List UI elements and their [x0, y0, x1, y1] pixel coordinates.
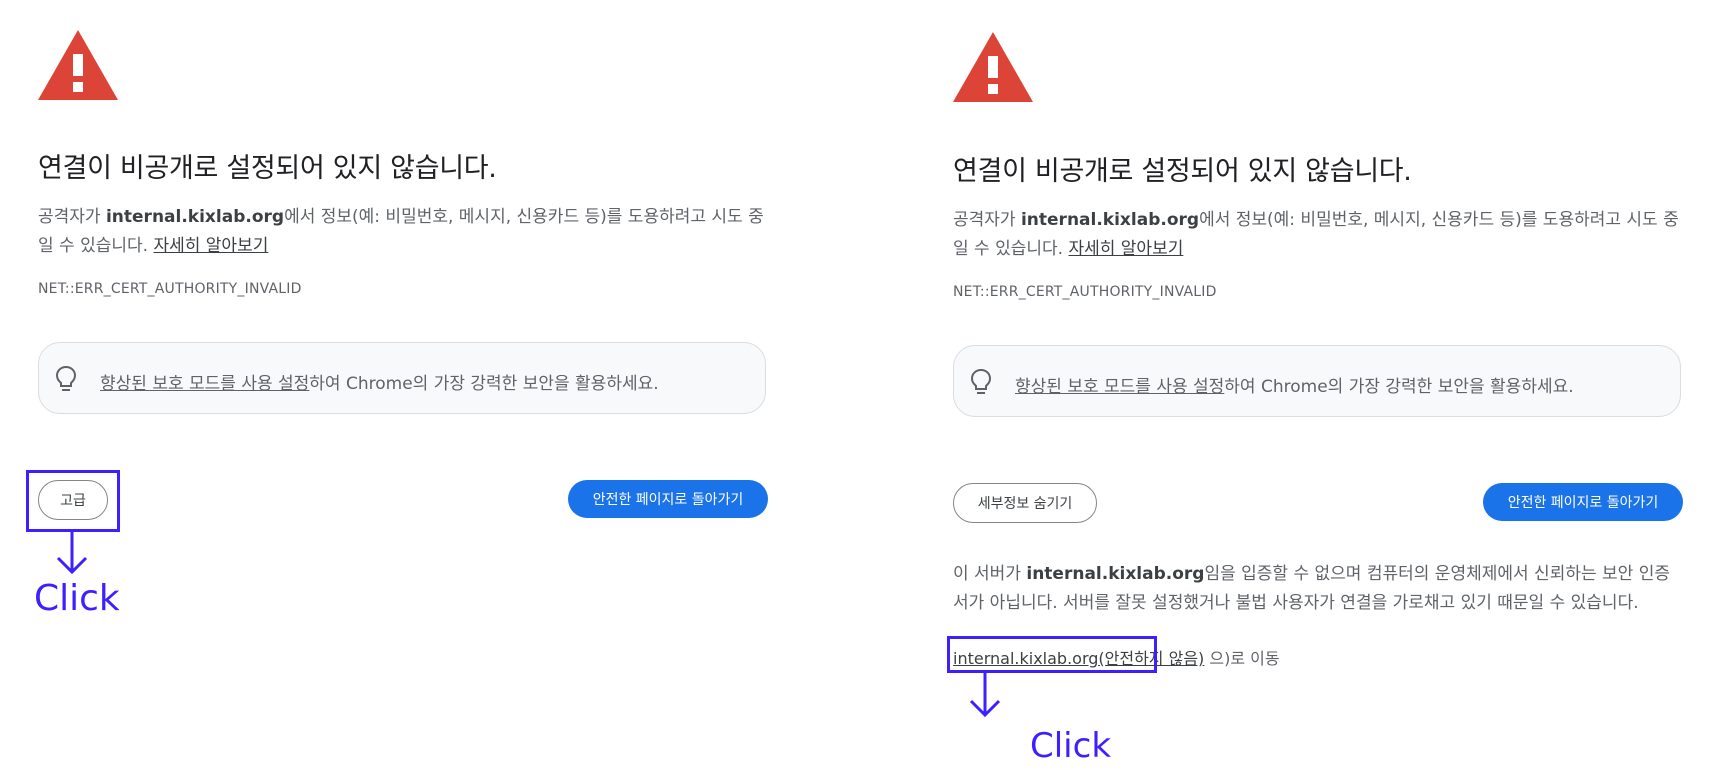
detail-prefix: 이 서버가: [953, 564, 1027, 584]
click-annotation: Click: [1030, 726, 1112, 766]
arrow-down-icon: [56, 532, 88, 575]
desc-prefix: 공격자가: [953, 210, 1021, 230]
warning-triangle-icon: [953, 32, 1033, 102]
left-panel: 연결이 비공개로 설정되어 있지 않습니다. 공격자가 internal.kix…: [0, 0, 780, 770]
tip-rest: 하여 Chrome의 가장 강력한 보안을 활용하세요.: [309, 374, 659, 394]
tip-text: 향상된 보호 모드를 사용 설정하여 Chrome의 가장 강력한 보안을 활용…: [1015, 372, 1574, 397]
enhanced-protection-link[interactable]: 향상된 보호 모드를 사용 설정: [1015, 377, 1224, 397]
description: 공격자가 internal.kixlab.org에서 정보(예: 비밀번호, 메…: [953, 206, 1683, 264]
lightbulb-icon: [55, 365, 77, 391]
enhanced-protection-tip: 향상된 보호 모드를 사용 설정하여 Chrome의 가장 강력한 보안을 활용…: [38, 342, 766, 414]
click-highlight-box: [947, 636, 1157, 673]
details-text: 이 서버가 internal.kixlab.org임을 입증할 수 없으며 컴퓨…: [953, 560, 1683, 618]
back-to-safety-button[interactable]: 안전한 페이지로 돌아가기: [568, 480, 768, 518]
error-code: NET::ERR_CERT_AUTHORITY_INVALID: [38, 281, 302, 297]
click-highlight-box: [26, 470, 120, 532]
detail-domain: internal.kixlab.org: [1026, 564, 1205, 584]
page-title: 연결이 비공개로 설정되어 있지 않습니다.: [38, 153, 497, 184]
click-annotation: Click: [34, 578, 120, 619]
arrow-down-icon: [969, 673, 1001, 718]
error-code: NET::ERR_CERT_AUTHORITY_INVALID: [953, 284, 1217, 300]
back-to-safety-button[interactable]: 안전한 페이지로 돌아가기: [1483, 483, 1683, 521]
enhanced-protection-link[interactable]: 향상된 보호 모드를 사용 설정: [100, 374, 309, 394]
tip-text: 향상된 보호 모드를 사용 설정하여 Chrome의 가장 강력한 보안을 활용…: [100, 369, 659, 394]
desc-prefix: 공격자가: [38, 207, 106, 227]
proceed-suffix: 으)로 이동: [1209, 649, 1280, 668]
description: 공격자가 internal.kixlab.org에서 정보(예: 비밀번호, 메…: [38, 203, 768, 261]
warning-triangle-icon: [38, 30, 118, 100]
lightbulb-icon: [970, 368, 992, 394]
learn-more-link[interactable]: 자세히 알아보기: [1068, 239, 1183, 259]
hide-details-button[interactable]: 세부정보 숨기기: [953, 483, 1097, 523]
right-panel: 연결이 비공개로 설정되어 있지 않습니다. 공격자가 internal.kix…: [915, 0, 1695, 770]
domain-name: internal.kixlab.org: [105, 207, 285, 227]
page-title: 연결이 비공개로 설정되어 있지 않습니다.: [953, 156, 1412, 187]
enhanced-protection-tip: 향상된 보호 모드를 사용 설정하여 Chrome의 가장 강력한 보안을 활용…: [953, 345, 1681, 417]
tip-rest: 하여 Chrome의 가장 강력한 보안을 활용하세요.: [1224, 377, 1574, 397]
domain-name: internal.kixlab.org: [1020, 210, 1200, 230]
learn-more-link[interactable]: 자세히 알아보기: [153, 236, 268, 256]
